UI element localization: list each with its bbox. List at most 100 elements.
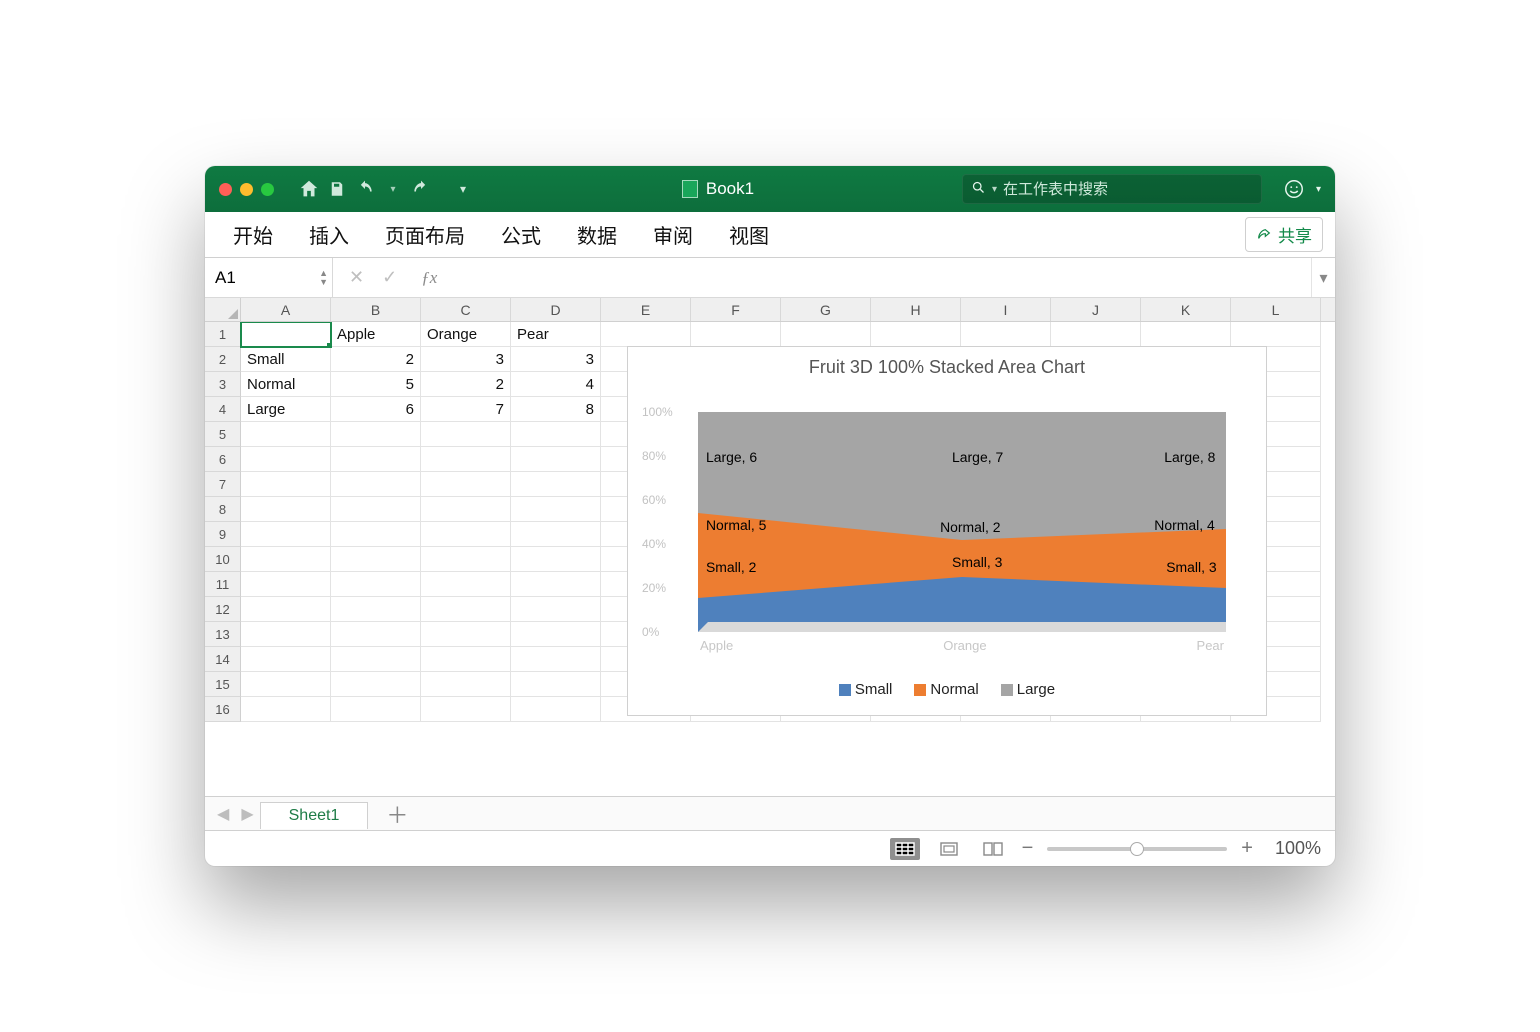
cell[interactable] [331, 547, 421, 572]
cell[interactable] [511, 647, 601, 672]
undo-icon[interactable] [354, 178, 376, 200]
zoom-in-button[interactable]: + [1241, 837, 1253, 860]
column-header[interactable]: C [421, 298, 511, 321]
cell[interactable] [241, 622, 331, 647]
cell[interactable] [421, 622, 511, 647]
cell[interactable]: Apple [331, 322, 421, 347]
cancel-formula-icon[interactable]: ✕ [349, 267, 364, 288]
cell[interactable] [601, 322, 691, 347]
minimize-window-button[interactable] [240, 183, 253, 196]
cell[interactable]: Orange [421, 322, 511, 347]
cell[interactable]: 3 [421, 347, 511, 372]
cell[interactable] [1051, 322, 1141, 347]
cell[interactable] [511, 622, 601, 647]
cell[interactable] [241, 472, 331, 497]
row-header[interactable]: 7 [205, 472, 241, 497]
cell[interactable] [421, 597, 511, 622]
cell[interactable] [421, 572, 511, 597]
cell[interactable] [331, 672, 421, 697]
cell[interactable] [511, 422, 601, 447]
sheet-tab-active[interactable]: Sheet1 [260, 802, 369, 829]
sheet-nav-prev-icon[interactable]: ◀ [211, 804, 235, 824]
cell[interactable] [241, 672, 331, 697]
column-header[interactable]: J [1051, 298, 1141, 321]
cell[interactable]: 6 [331, 397, 421, 422]
add-sheet-button[interactable]: ＋ [368, 798, 426, 830]
cell[interactable] [331, 597, 421, 622]
spreadsheet-grid[interactable]: ABCDEFGHIJKL 1AppleOrangePear2Small2333N… [205, 298, 1335, 796]
tab-review[interactable]: 审阅 [637, 214, 709, 255]
cell[interactable]: Pear [511, 322, 601, 347]
cell[interactable] [241, 497, 331, 522]
cell[interactable] [331, 522, 421, 547]
cell[interactable] [511, 597, 601, 622]
cell[interactable] [241, 697, 331, 722]
column-header[interactable]: F [691, 298, 781, 321]
cell[interactable]: Large [241, 397, 331, 422]
tab-insert[interactable]: 插入 [293, 214, 365, 255]
redo-icon[interactable] [410, 178, 432, 200]
cell[interactable]: Normal [241, 372, 331, 397]
cell[interactable]: 7 [421, 397, 511, 422]
tab-data[interactable]: 数据 [561, 214, 633, 255]
row-header[interactable]: 3 [205, 372, 241, 397]
qat-overflow-icon[interactable]: ▾ [452, 178, 474, 200]
row-header[interactable]: 12 [205, 597, 241, 622]
cell[interactable] [421, 647, 511, 672]
cell[interactable] [421, 447, 511, 472]
cell[interactable] [781, 322, 871, 347]
tab-formulas[interactable]: 公式 [485, 214, 557, 255]
cell[interactable] [511, 522, 601, 547]
row-header[interactable]: 9 [205, 522, 241, 547]
cell[interactable] [241, 572, 331, 597]
undo-dropdown-icon[interactable]: ▾ [382, 178, 404, 200]
row-header[interactable]: 2 [205, 347, 241, 372]
column-header[interactable]: I [961, 298, 1051, 321]
cell[interactable] [1141, 322, 1231, 347]
row-header[interactable]: 6 [205, 447, 241, 472]
share-button[interactable]: 共享 [1245, 217, 1323, 252]
cell[interactable] [421, 672, 511, 697]
cell[interactable] [511, 447, 601, 472]
zoom-window-button[interactable] [261, 183, 274, 196]
row-header[interactable]: 16 [205, 697, 241, 722]
cell[interactable] [241, 522, 331, 547]
cell[interactable]: 2 [421, 372, 511, 397]
cell[interactable] [241, 597, 331, 622]
cell[interactable] [331, 622, 421, 647]
column-header[interactable]: L [1231, 298, 1321, 321]
search-box[interactable]: ▾ [962, 174, 1262, 204]
cell[interactable] [511, 472, 601, 497]
cell[interactable] [241, 422, 331, 447]
zoom-level[interactable]: 100% [1275, 838, 1321, 859]
cell[interactable] [331, 422, 421, 447]
cell[interactable]: 8 [511, 397, 601, 422]
row-header[interactable]: 14 [205, 647, 241, 672]
cell[interactable]: Small [241, 347, 331, 372]
column-header[interactable]: E [601, 298, 691, 321]
row-header[interactable]: 5 [205, 422, 241, 447]
cell[interactable] [331, 647, 421, 672]
fx-icon[interactable]: ƒx [415, 268, 443, 288]
column-header[interactable]: D [511, 298, 601, 321]
zoom-out-button[interactable]: − [1022, 837, 1034, 860]
cell[interactable] [241, 322, 331, 347]
cell[interactable] [421, 472, 511, 497]
row-header[interactable]: 8 [205, 497, 241, 522]
row-header[interactable]: 1 [205, 322, 241, 347]
cell[interactable] [511, 497, 601, 522]
name-box[interactable]: A1 ▲▼ [205, 258, 333, 297]
cell[interactable] [241, 447, 331, 472]
select-all-corner[interactable] [205, 298, 241, 321]
cell[interactable]: 2 [331, 347, 421, 372]
cell[interactable] [511, 572, 601, 597]
row-header[interactable]: 11 [205, 572, 241, 597]
row-header[interactable]: 4 [205, 397, 241, 422]
tab-view[interactable]: 视图 [713, 214, 785, 255]
cell[interactable] [1231, 322, 1321, 347]
view-normal-icon[interactable] [890, 838, 920, 860]
row-header[interactable]: 10 [205, 547, 241, 572]
expand-formula-bar-icon[interactable]: ▾ [1311, 258, 1335, 297]
cell[interactable]: 3 [511, 347, 601, 372]
name-box-stepper[interactable]: ▲▼ [319, 269, 328, 287]
